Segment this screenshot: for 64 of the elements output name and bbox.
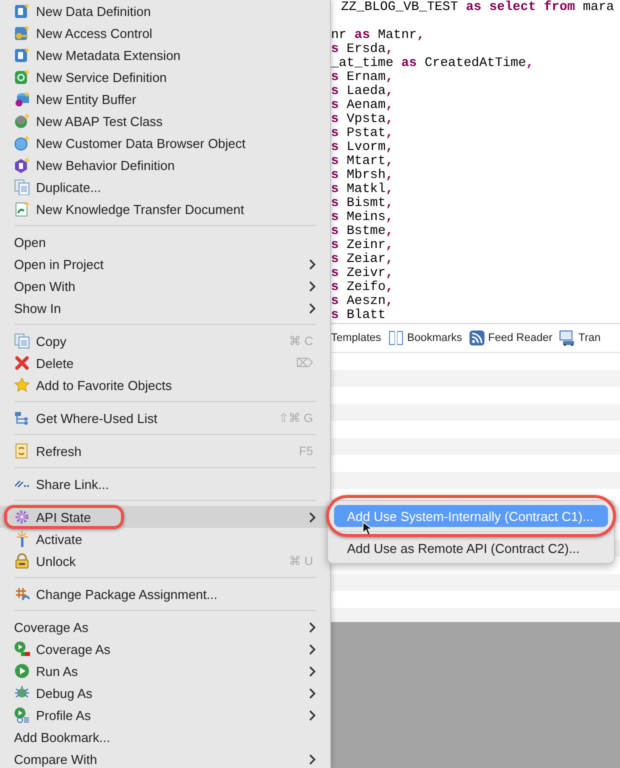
view-tab[interactable]: Bookmarks [407, 332, 462, 344]
menu-item[interactable]: New Access Control [0, 22, 330, 44]
code-line: s Aeszn, [331, 294, 394, 308]
menu-item[interactable]: Copy ⌘ C [0, 330, 330, 352]
menu-item[interactable]: Share Link... [0, 473, 330, 495]
menu-item[interactable]: API State [0, 506, 330, 528]
menu-item[interactable]: Coverage As [0, 638, 330, 660]
menu-item[interactable]: Open in Project [0, 253, 330, 275]
code-line: s Pstat, [331, 126, 394, 140]
code-line: s Matkl, [331, 182, 394, 196]
menu-item[interactable]: New Metadata Extension [0, 44, 330, 66]
code-line: s Mbrsh, [331, 168, 394, 182]
view-tab[interactable]: Feed Reader [488, 332, 552, 344]
menu-item[interactable]: Coverage As [0, 616, 330, 638]
code-line: s Mtart, [331, 154, 394, 168]
menu-item[interactable]: Unlock ⌘ U [0, 550, 330, 572]
code-line: s Ersda, [331, 42, 394, 56]
menu-item[interactable]: Get Where-Used List ⇧⌘ G [0, 407, 330, 429]
menu-item[interactable]: Duplicate... [0, 176, 330, 198]
menu-item[interactable]: Run As [0, 660, 330, 682]
code-line: s Blatt [331, 308, 386, 322]
code-line: s Zeivr, [331, 266, 394, 280]
code-line: s Vpsta, [331, 112, 394, 126]
code-line: nr as Matnr, [331, 28, 425, 42]
menu-item[interactable]: New ABAP Test Class [0, 110, 330, 132]
code-line: s Meins, [331, 210, 394, 224]
code-line: s Bstme, [331, 224, 394, 238]
code-line: s Zeiar, [331, 252, 394, 266]
menu-item[interactable]: Add to Favorite Objects [0, 374, 330, 396]
menu-item[interactable]: Change Package Assignment... [0, 583, 330, 605]
code-line: s Laeda, [331, 84, 394, 98]
menu-item[interactable]: Profile As [0, 704, 330, 726]
view-tab[interactable]: Templates [331, 332, 382, 344]
menu-item[interactable]: New Customer Data Browser Object [0, 132, 330, 154]
code-line: s Zeifo, [331, 280, 394, 294]
menu-item[interactable]: Add Bookmark... [0, 726, 330, 748]
code-line: ZZ_BLOG_VB_TEST as select from mara [340, 0, 614, 14]
menu-item[interactable]: Compare With [0, 748, 330, 768]
code-line: s Aenam, [331, 98, 394, 112]
menu-item[interactable]: Open With [0, 275, 330, 297]
menu-item[interactable]: New Data Definition [0, 0, 330, 22]
menu-item[interactable]: New Knowledge Transfer Document [0, 198, 330, 220]
menu-item[interactable]: Activate [0, 528, 330, 550]
menu-item[interactable]: Debug As [0, 682, 330, 704]
menu-item[interactable]: Refresh F5 [0, 440, 330, 462]
shortcut-label: ⌘ U [289, 554, 313, 568]
shortcut-label: F5 [298, 444, 313, 458]
shortcut-label: ⌦ [296, 356, 313, 370]
menu-item[interactable]: New Entity Buffer [0, 88, 330, 110]
menu-item[interactable]: Add Use as Remote API (Contract C2)... [334, 537, 608, 559]
menu-item[interactable]: New Behavior Definition [0, 154, 330, 176]
code-line: s Zeinr, [331, 238, 394, 252]
menu-item[interactable]: Open [0, 231, 330, 253]
menu-item[interactable]: New Service Definition [0, 66, 330, 88]
view-tab[interactable]: Tran [578, 332, 601, 344]
code-line: s Bismt, [331, 196, 394, 210]
menu-item[interactable]: Show In [0, 297, 330, 319]
code-line: s Ernam, [331, 70, 394, 84]
shortcut-label: ⌘ C [289, 334, 313, 348]
code-line: _at_time as CreatedAtTime, [331, 56, 534, 70]
cursor-icon [362, 521, 372, 536]
shortcut-label: ⇧⌘ G [278, 411, 313, 425]
code-line: s Lvorm, [331, 140, 394, 154]
menu-item[interactable]: Delete ⌦ [0, 352, 330, 374]
